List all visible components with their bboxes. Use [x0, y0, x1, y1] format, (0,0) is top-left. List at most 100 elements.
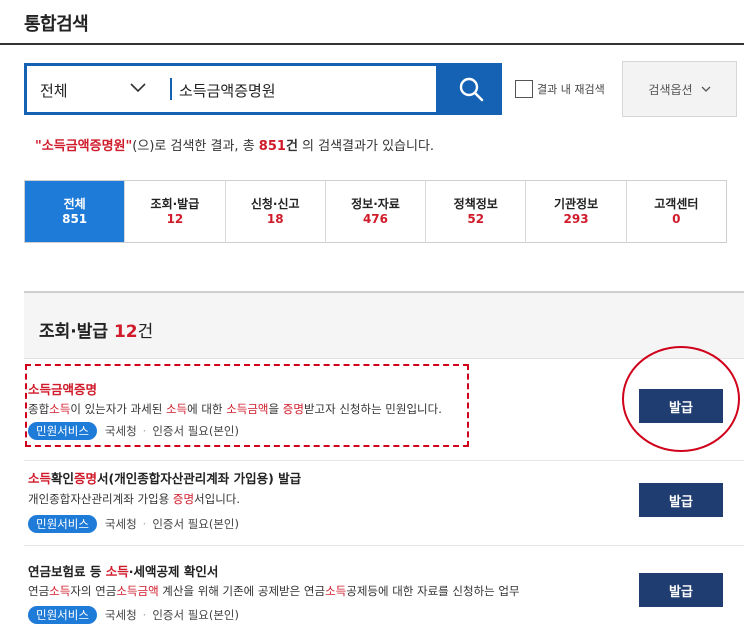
search-box: 전체	[24, 63, 439, 115]
result-summary: "소득금액증명원"(으)로 검색한 결과, 총 851건 의 검색결과가 있습니…	[35, 135, 434, 154]
title-segment: 소득	[105, 564, 129, 579]
search-options-label: 검색옵션	[648, 82, 693, 97]
result-title[interactable]: 소득금액증명	[28, 379, 97, 398]
meta-separator: ·	[142, 424, 147, 438]
desc-segment: 소득금액	[226, 402, 269, 416]
desc-segment: 증명	[282, 402, 304, 416]
section-count: 12	[113, 322, 138, 342]
desc-segment: 소득	[165, 402, 188, 416]
title-segment: 서(개인종합자산관리계좌 가입용) 발급	[97, 471, 302, 486]
tab-count: 52	[467, 211, 485, 226]
page-title: 통합검색	[24, 14, 89, 35]
section-unit: 건	[137, 322, 154, 342]
title-segment: 연금보험료 등	[28, 564, 106, 579]
meta-separator: ·	[142, 608, 147, 622]
desc-segment: 소득	[49, 584, 71, 598]
tab-count: 12	[166, 211, 184, 226]
tab-6[interactable]: 고객센터 0	[625, 181, 726, 242]
tab-count: 18	[266, 211, 284, 226]
tab-label: 정책정보	[453, 196, 498, 211]
tab-label: 조회·발급	[150, 196, 200, 211]
search-button[interactable]	[439, 63, 502, 115]
desc-segment: 계산을 위해 기존에 공제받은 연금	[158, 584, 326, 598]
summary-total: 851	[258, 139, 286, 154]
desc-segment: 을	[268, 402, 283, 416]
tab-count: 851	[62, 211, 88, 226]
cert-label: 인증서 필요(본인)	[152, 424, 240, 438]
search-input[interactable]	[179, 76, 429, 104]
result-meta: 민원서비스 국세청 · 인증서 필요(본인)	[28, 515, 239, 533]
title-segment: 소득금액증명	[28, 382, 98, 397]
desc-segment: 개인종합자산관리계좌 가입용	[28, 492, 173, 506]
summary-unit: 건	[285, 139, 298, 154]
desc-segment: 이 있는자가 과세된	[70, 402, 166, 416]
refine-label: 결과 내 재검색	[537, 83, 605, 96]
tab-1[interactable]: 조회·발급 12	[124, 181, 224, 242]
agency-label: 국세청	[104, 517, 137, 531]
search-divider	[170, 78, 172, 100]
desc-segment: 소득금액	[116, 584, 159, 598]
section-header: 조회·발급 12건	[24, 293, 744, 359]
tab-5[interactable]: 기관정보 293	[525, 181, 625, 242]
tab-3[interactable]: 정보·자료 476	[324, 181, 425, 242]
summary-quote-open: "	[35, 139, 42, 154]
tab-4[interactable]: 정책정보 52	[425, 181, 525, 242]
title-segment: 소득	[28, 471, 52, 486]
cert-label: 인증서 필요(본인)	[152, 517, 240, 531]
result-description: 연금소득자의 연금소득금액 계산을 위해 기존에 공제받은 연금소득공제등에 대…	[28, 583, 520, 599]
issue-button[interactable]: 발급	[639, 573, 723, 607]
tab-count: 293	[563, 211, 589, 226]
section-title-label: 조회·발급	[39, 322, 109, 342]
tab-label: 기관정보	[553, 196, 599, 211]
refine-search[interactable]: 결과 내 재검색	[515, 80, 605, 98]
issue-button[interactable]: 발급	[639, 389, 723, 423]
section-title: 조회·발급 12건	[39, 317, 153, 342]
cert-label: 인증서 필요(본인)	[152, 608, 240, 622]
desc-segment: 받고자 신청하는 민원입니다.	[303, 402, 442, 416]
desc-segment: 소득	[325, 584, 347, 598]
summary-mid-text: (으)로 검색한 결과, 총	[132, 139, 259, 154]
result-meta: 민원서비스 국세청 · 인증서 필요(본인)	[28, 422, 239, 440]
chevron-down-icon	[701, 86, 711, 92]
search-options-button[interactable]: 검색옵션	[622, 61, 737, 117]
category-tabs: 전체 851 조회·발급 12 신청·신고 18 정보·자료 476 정책정보 52 기관정보 293…	[24, 180, 727, 243]
refine-checkbox[interactable]	[515, 80, 533, 98]
desc-segment: 에 대한	[187, 402, 227, 416]
service-badge: 민원서비스	[28, 606, 97, 624]
tab-2[interactable]: 신청·신고 18	[224, 181, 325, 242]
result-description: 종합소득이 있는자가 과세된 소득에 대한 소득금액을 증명받고자 신청하는 민…	[28, 401, 442, 417]
tab-label: 전체	[63, 196, 86, 211]
summary-tail-text: 의 검색결과가 있습니다.	[297, 139, 435, 154]
tab-0[interactable]: 전체 851	[25, 181, 125, 242]
result-divider	[24, 460, 744, 461]
tab-count: 476	[362, 211, 389, 226]
title-segment: 확인	[51, 471, 75, 486]
service-badge: 민원서비스	[28, 515, 97, 533]
desc-segment: 소득	[49, 402, 71, 416]
desc-segment: 공제등에 대한 자료를 신청하는 업무	[346, 584, 520, 598]
service-badge: 민원서비스	[28, 422, 97, 440]
tab-label: 정보·자료	[351, 196, 400, 211]
search-scope-select[interactable]: 전체	[40, 80, 68, 101]
title-segment: ·세액공제 확인서	[128, 564, 219, 579]
tab-count: 0	[672, 211, 681, 226]
desc-segment: 증명	[172, 492, 195, 506]
result-description: 개인종합자산관리계좌 가입용 증명서입니다.	[28, 491, 240, 507]
tab-label: 고객센터	[654, 196, 699, 211]
search-icon	[459, 77, 483, 102]
tab-label: 신청·신고	[250, 196, 300, 211]
agency-label: 국세청	[104, 424, 137, 438]
result-meta: 민원서비스 국세청 · 인증서 필요(본인)	[28, 606, 239, 624]
desc-segment: 종합	[28, 402, 50, 416]
result-section: 조회·발급 12건 소득금액증명 종합소득이 있는자가 과세된 소득에 대한 소득…	[24, 291, 744, 631]
desc-segment: 자의 연금	[70, 584, 117, 598]
issue-button[interactable]: 발급	[639, 483, 723, 517]
agency-label: 국세청	[104, 608, 137, 622]
desc-segment: 서입니다.	[194, 492, 241, 506]
meta-separator: ·	[142, 517, 147, 531]
title-segment: 증명	[74, 471, 98, 486]
chevron-down-icon[interactable]	[129, 82, 147, 94]
result-title[interactable]: 연금보험료 등 소득·세액공제 확인서	[28, 561, 218, 580]
result-divider	[24, 545, 744, 546]
result-title[interactable]: 소득확인증명서(개인종합자산관리계좌 가입용) 발급	[28, 468, 301, 487]
